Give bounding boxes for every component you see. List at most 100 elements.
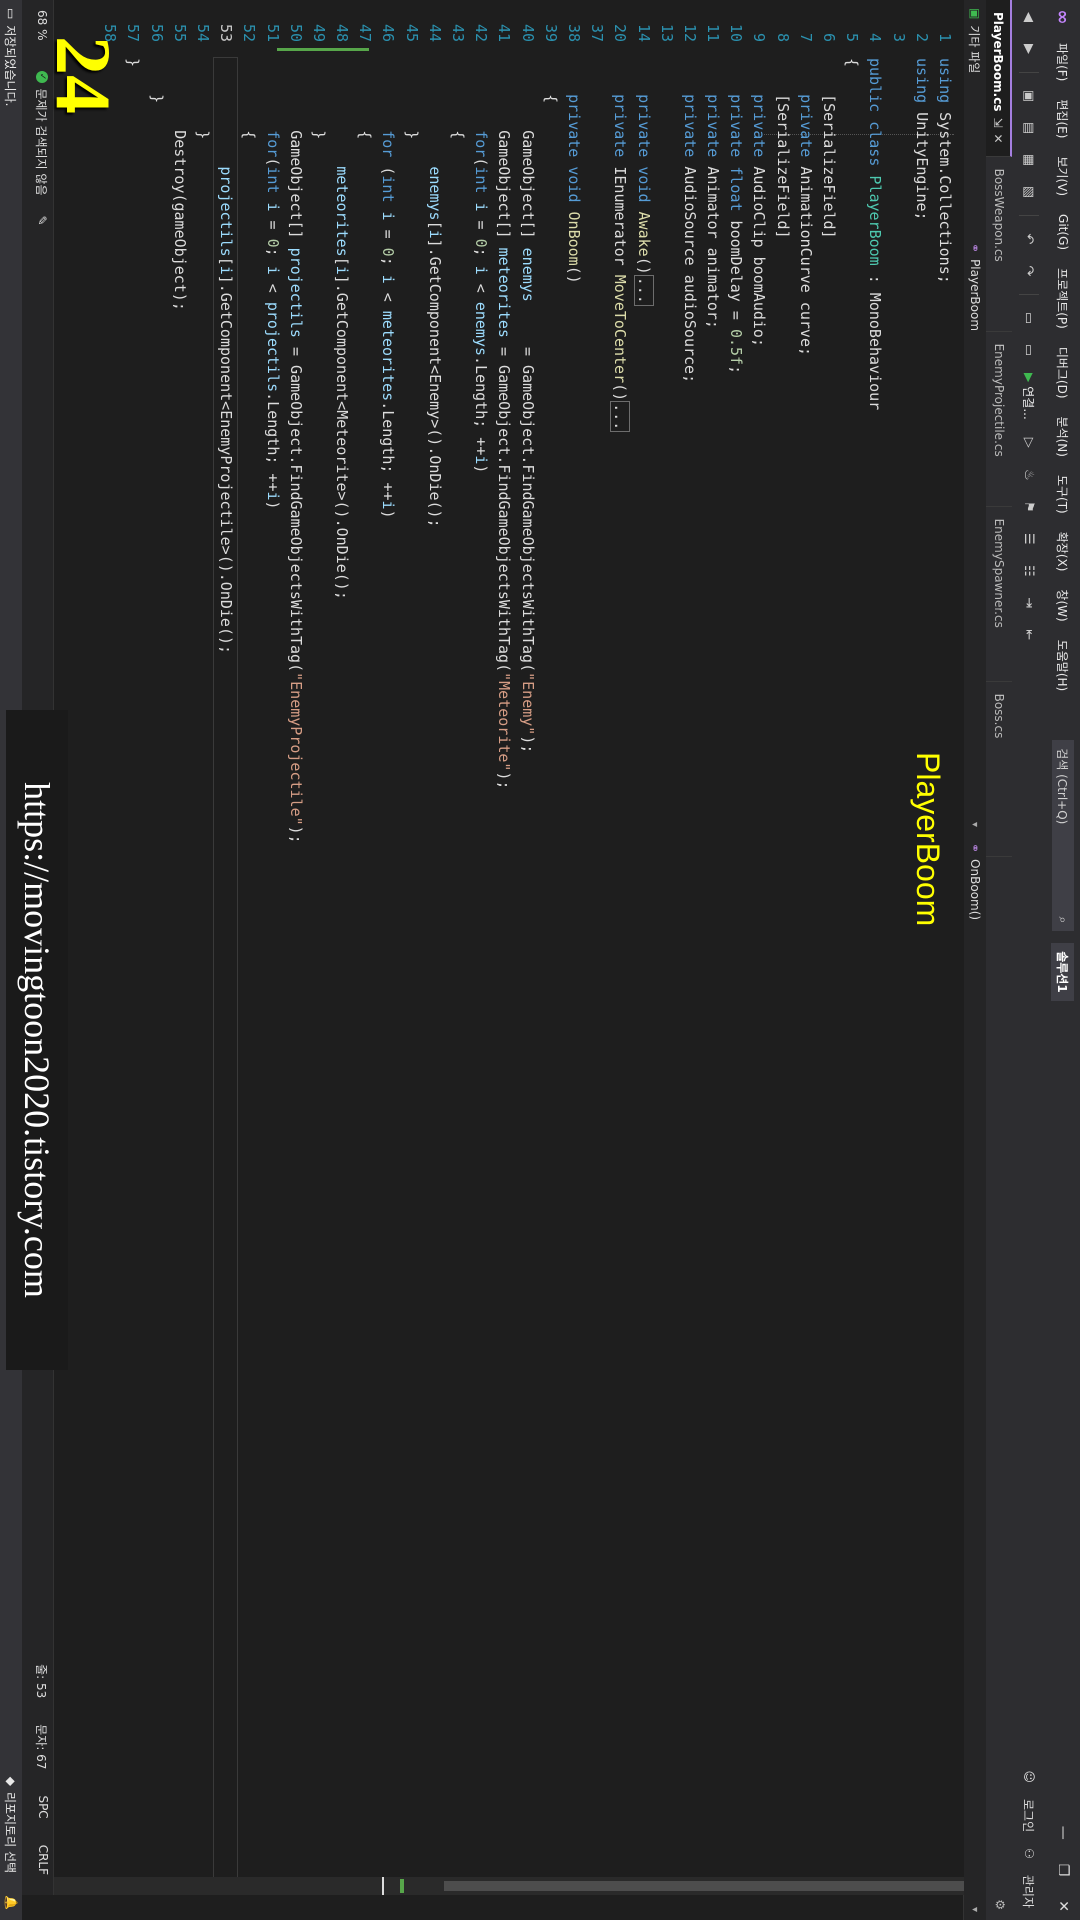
code-line: } bbox=[309, 58, 328, 140]
line-number: 10 bbox=[727, 23, 746, 42]
indent-icon[interactable]: ⇥ bbox=[1020, 594, 1038, 612]
code-line: private AudioClip boomAudio; bbox=[750, 94, 769, 347]
undo-icon[interactable]: ↶ bbox=[1020, 230, 1038, 248]
solution-name: 솔루션1 bbox=[1051, 943, 1075, 1001]
run-without-debug-icon[interactable]: ▷ bbox=[1020, 434, 1038, 452]
line-number: 44 bbox=[425, 23, 444, 42]
outdent-icon[interactable]: ⇤ bbox=[1020, 626, 1038, 644]
maximize-button[interactable]: ❐ bbox=[1055, 1864, 1071, 1877]
platform-dropdown-icon[interactable]: ▭ bbox=[1020, 341, 1038, 359]
minimize-button[interactable]: — bbox=[1055, 1826, 1071, 1840]
code-line: { bbox=[240, 58, 259, 140]
scrollbar-thumb[interactable] bbox=[444, 1881, 964, 1891]
toolbar-divider bbox=[1019, 72, 1039, 73]
menu-git[interactable]: Git(G) bbox=[1056, 205, 1070, 259]
gear-icon[interactable]: ⚙ bbox=[993, 1899, 1007, 1910]
save-icon[interactable]: ▦ bbox=[1020, 151, 1038, 169]
code-line: GameObject[] projectils = GameObject.Fin… bbox=[286, 58, 305, 844]
code-line: using System.Collections; bbox=[936, 58, 954, 284]
class-name: PlayerBoom bbox=[968, 259, 982, 332]
csharp-file-icon: ▣ bbox=[968, 8, 982, 20]
line-number: 49 bbox=[309, 23, 328, 42]
attach-button[interactable]: ▶ 연결... bbox=[1021, 373, 1038, 420]
project-name: 기타 파일 bbox=[967, 25, 982, 74]
select-repository-button[interactable]: 리포지토리 선택 bbox=[3, 1792, 20, 1873]
line-ending-indicator[interactable]: CRLF bbox=[34, 1845, 51, 1875]
column-indicator[interactable]: 문자: 67 bbox=[34, 1724, 51, 1769]
cursor-info: 줄: 53 문자: 67 SPC CRLF bbox=[34, 1664, 51, 1895]
status-right: ◆ 리포지토리 선택 🔔 bbox=[3, 1777, 20, 1920]
close-tab-icon[interactable]: ✕ bbox=[991, 134, 1005, 144]
change-indicator bbox=[277, 48, 369, 51]
chevron-down-icon: ▾ bbox=[969, 821, 981, 827]
menu-window[interactable]: 창(W) bbox=[1055, 580, 1072, 630]
change-marker bbox=[400, 1879, 404, 1893]
feedback-icon[interactable]: ☺ bbox=[1022, 1770, 1036, 1783]
line-number: 41 bbox=[495, 23, 514, 42]
comment-icon[interactable]: ☰ bbox=[1020, 530, 1038, 548]
search-input[interactable]: 검색 (Ctrl+Q) ⌕ bbox=[1052, 740, 1074, 932]
tab-bossweapon[interactable]: BossWeapon.cs bbox=[986, 156, 1012, 332]
code-text[interactable]: using System.Collections; using UnityEng… bbox=[98, 0, 956, 1920]
spacing-indicator[interactable]: SPC bbox=[34, 1795, 51, 1818]
tab-enemyspawner[interactable]: EnemySpawner.cs bbox=[986, 506, 1012, 682]
sign-in-link[interactable]: 로그인 bbox=[1021, 1799, 1038, 1832]
code-line: for (int i = 0; i < meteorites.Length; +… bbox=[379, 130, 398, 519]
new-file-icon[interactable]: ▣ bbox=[1020, 87, 1038, 105]
caret-marker bbox=[382, 1877, 384, 1895]
watermark-box: https://movingtoon2020.tistory.com bbox=[6, 710, 68, 1370]
bookmark-icon[interactable]: ⚑ bbox=[1020, 498, 1038, 516]
line-number: 39 bbox=[541, 23, 560, 42]
tab-playerboom[interactable]: PlayerBoom.cs ⇲ ✕ bbox=[986, 0, 1012, 157]
code-line: private void OnBoom() bbox=[565, 94, 583, 284]
open-folder-icon[interactable]: ▤ bbox=[1020, 119, 1038, 137]
project-dropdown[interactable]: ▣ 기타 파일 bbox=[967, 0, 984, 235]
window-controls: — ❐ ✕ bbox=[1046, 1826, 1080, 1912]
menu-tools[interactable]: 도구(T) bbox=[1055, 466, 1072, 523]
chevron-down-icon: ▾ bbox=[969, 1906, 981, 1912]
class-dropdown[interactable]: ⚭ PlayerBoom ▾ bbox=[968, 235, 982, 835]
save-all-icon[interactable]: ▧ bbox=[1020, 183, 1038, 201]
code-line-current: projectils[i].GetComponent<EnemyProjecti… bbox=[213, 0, 238, 1920]
pin-icon[interactable]: ⇲ bbox=[991, 117, 1005, 127]
menu-extensions[interactable]: 확장(X) bbox=[1055, 523, 1072, 581]
notification-icon[interactable]: 🔔 bbox=[4, 1895, 18, 1910]
method-icon: ⚭ bbox=[968, 843, 982, 854]
vertical-scrollbar[interactable] bbox=[54, 1877, 964, 1895]
menu-view[interactable]: 보기(V) bbox=[1055, 147, 1072, 205]
code-line: { bbox=[541, 58, 560, 104]
back-icon[interactable]: ◀ bbox=[1020, 8, 1038, 26]
code-line: [SerializeField] bbox=[773, 58, 792, 239]
code-line: { bbox=[449, 58, 468, 140]
line-number: 13 bbox=[657, 23, 676, 42]
config-dropdown-icon[interactable]: ▭ bbox=[1020, 309, 1038, 327]
forward-icon[interactable]: ▶ bbox=[1020, 40, 1038, 58]
uncomment-icon[interactable]: ☷ bbox=[1020, 562, 1038, 580]
menu-project[interactable]: 프로젝트(P) bbox=[1055, 259, 1072, 338]
member-dropdown[interactable]: ⚭ OnBoom() ▾ bbox=[968, 835, 982, 1920]
menu-file[interactable]: 파일(F) bbox=[1055, 34, 1072, 90]
close-button[interactable]: ✕ bbox=[1055, 1900, 1071, 1912]
menu-edit[interactable]: 편집(E) bbox=[1055, 90, 1072, 147]
git-icon: ◆ bbox=[4, 1776, 18, 1786]
tab-label: EnemySpawner.cs bbox=[992, 518, 1006, 628]
tab-label: EnemyProjectile.cs bbox=[992, 343, 1006, 457]
line-indicator[interactable]: 줄: 53 bbox=[34, 1664, 51, 1698]
person-icon[interactable]: ⚇ bbox=[1022, 1848, 1036, 1859]
code-line: private Animator animator; bbox=[704, 94, 723, 329]
line-number: 48 bbox=[333, 23, 352, 42]
hot-reload-icon[interactable]: ♨ bbox=[1020, 466, 1038, 484]
menu-analyze[interactable]: 분석(N) bbox=[1055, 408, 1072, 466]
tab-enemyprojectile[interactable]: EnemyProjectile.cs bbox=[986, 331, 1012, 507]
code-line: private void Awake()... bbox=[633, 94, 654, 306]
brush-icon[interactable]: ✎ bbox=[35, 196, 49, 226]
tab-boss[interactable]: Boss.cs bbox=[986, 681, 1012, 857]
code-line: { bbox=[356, 58, 375, 140]
class-icon: ⚭ bbox=[968, 243, 982, 254]
menu-debug[interactable]: 디버그(D) bbox=[1055, 338, 1072, 408]
menu-help[interactable]: 도움말(H) bbox=[1055, 631, 1072, 701]
redo-icon[interactable]: ↷ bbox=[1020, 262, 1038, 280]
watermark-url: https://movingtoon2020.tistory.com bbox=[17, 782, 57, 1298]
code-editor[interactable]: 1 2 3 4 5 6 7 8 9 10 11 12 13 14 20 37 38 39 40 41 42 43 44 45 4… bbox=[54, 0, 964, 1920]
